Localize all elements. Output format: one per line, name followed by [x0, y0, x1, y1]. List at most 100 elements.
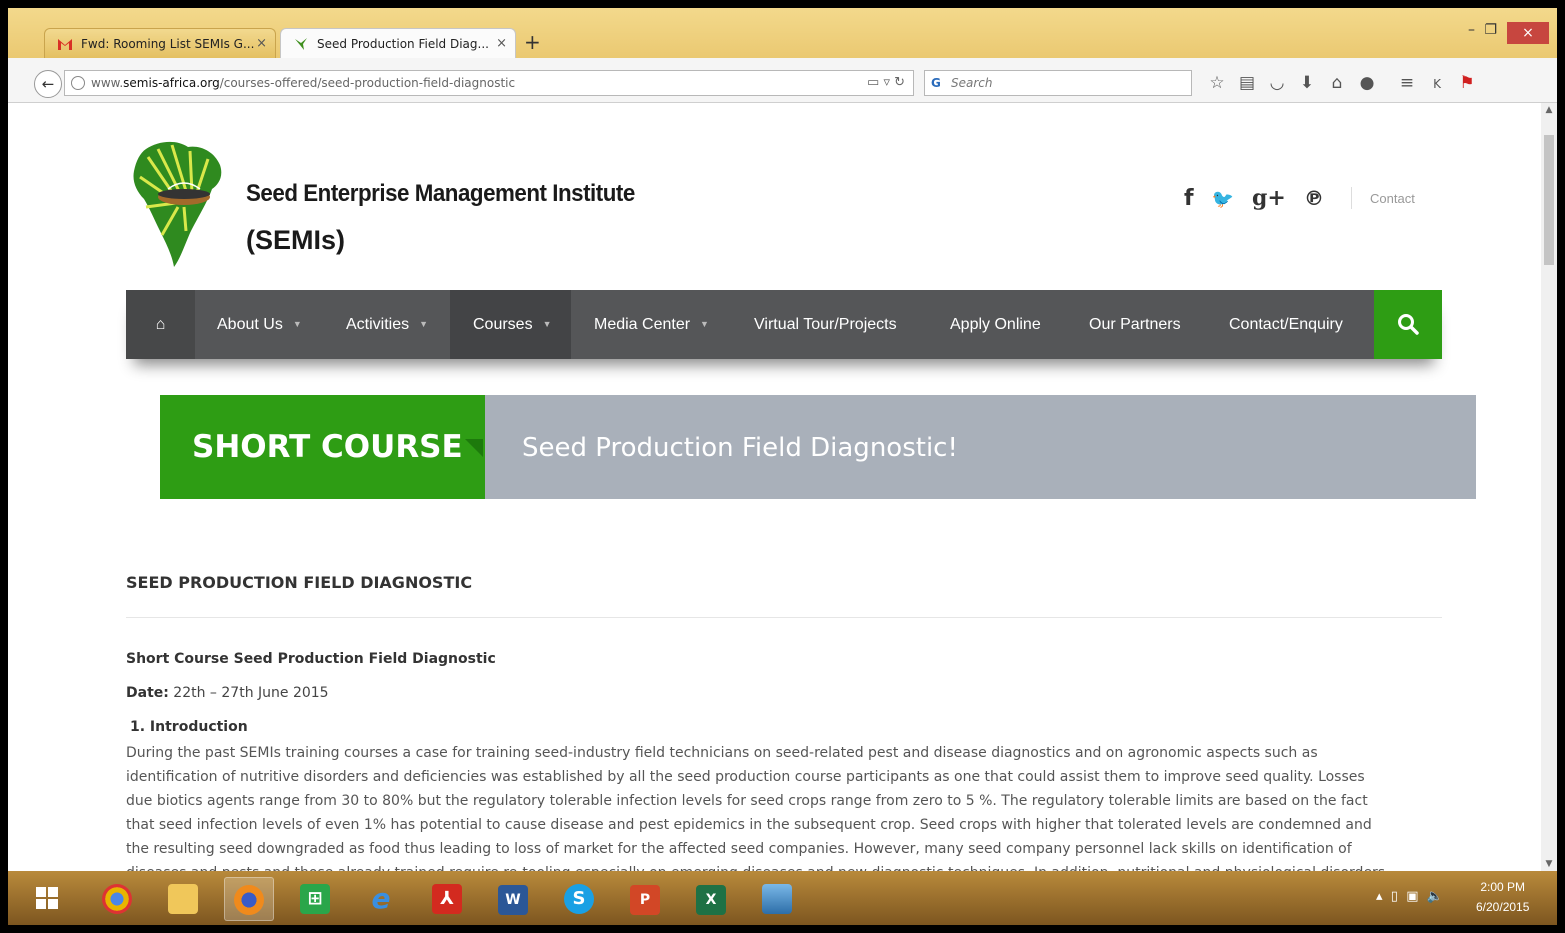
- download-icon[interactable]: ⬇: [1294, 68, 1320, 98]
- tab-label: Fwd: Rooming List SEMIs G...: [81, 37, 255, 51]
- nav-item-label: Courses: [473, 316, 533, 333]
- restore-button[interactable]: ❐: [1484, 22, 1497, 38]
- nav-item-about-us[interactable]: About Us ▼: [217, 290, 302, 359]
- url-domain: semis-africa.org: [123, 76, 220, 90]
- chat-icon[interactable]: ●: [1354, 68, 1380, 98]
- skype-icon[interactable]: S: [554, 877, 604, 921]
- chevron-down-icon: ▼: [542, 319, 552, 330]
- nav-item-label: Media Center: [594, 316, 691, 333]
- page-banner: SHORT COURSE Seed Production Field Diagn…: [160, 395, 1476, 499]
- semis-logo[interactable]: [128, 137, 228, 269]
- nav-item-contact-enquiry[interactable]: Contact/Enquiry: [1229, 290, 1343, 359]
- tab-semis[interactable]: Seed Production Field Diag... ×: [280, 28, 516, 58]
- search-engine-icon: G: [931, 76, 941, 90]
- reading-list-icon[interactable]: ▤: [1234, 68, 1260, 98]
- home-icon[interactable]: ⌂: [1324, 68, 1350, 98]
- toolbar-icons: ☆ ▤ ◡ ⬇ ⌂ ● ≡ K ⚑: [1204, 68, 1484, 98]
- divider: [1351, 187, 1352, 209]
- tab-close-icon[interactable]: ×: [496, 29, 507, 58]
- firefox-icon[interactable]: [224, 877, 274, 921]
- acrobat-icon[interactable]: ⅄: [422, 877, 472, 921]
- nav-item-our-partners[interactable]: Our Partners: [1089, 290, 1181, 359]
- web-page: Seed Enterprise Management Institute (SE…: [8, 103, 1541, 871]
- search-icon[interactable]: [1374, 290, 1442, 359]
- search-input[interactable]: G Search: [924, 70, 1192, 96]
- chevron-down-icon: ▼: [700, 319, 709, 330]
- search-placeholder: Search: [951, 76, 993, 90]
- excel-icon[interactable]: X: [686, 877, 736, 921]
- url-prefix: www.: [91, 76, 124, 90]
- site-subtitle[interactable]: (SEMIs): [246, 225, 345, 256]
- clock-time: 2:00 PM: [1480, 880, 1526, 894]
- minimize-button[interactable]: –: [1468, 22, 1475, 38]
- body-line: During the past SEMIs training courses a…: [126, 745, 1318, 761]
- tab-close-icon[interactable]: ×: [256, 29, 267, 58]
- chrome-icon[interactable]: [92, 877, 142, 921]
- course-date: Date: 22th – 27th June 2015: [126, 685, 329, 701]
- site-title[interactable]: Seed Enterprise Management Institute: [246, 180, 635, 208]
- contact-link[interactable]: Contact: [1370, 191, 1415, 206]
- back-button[interactable]: ←: [34, 70, 62, 98]
- nav-item-virtual-tour[interactable]: Virtual Tour/Projects: [754, 290, 897, 359]
- twitter-icon[interactable]: 🐦: [1212, 189, 1234, 210]
- store-icon[interactable]: ⊞: [290, 877, 340, 921]
- article-heading: SEED PRODUCTION FIELD DIAGNOSTIC: [126, 573, 473, 592]
- intro-heading: 1. Introduction: [130, 719, 248, 735]
- tab-label: Seed Production Field Diag...: [317, 37, 489, 51]
- banner-label-box: SHORT COURSE: [160, 395, 485, 499]
- scrollbar-thumb[interactable]: [1544, 135, 1554, 265]
- windows-taskbar: ⊞ e ⅄ W S P X ▴ ▯ ▣ 🔈 2:00 PM 6/20/2015: [8, 871, 1557, 925]
- pinterest-icon[interactable]: ℗: [1304, 186, 1324, 210]
- page-scrollbar[interactable]: ▲ ▼: [1541, 103, 1557, 871]
- main-nav: ⌂ About Us ▼ Activities ▼ Courses ▼ Media C…: [126, 290, 1442, 359]
- chevron-down-icon: ▼: [292, 319, 302, 330]
- scroll-down-icon[interactable]: ▼: [1541, 859, 1557, 869]
- word-icon[interactable]: W: [488, 877, 538, 921]
- facebook-icon[interactable]: f: [1184, 186, 1194, 211]
- article-body: During the past SEMIs training courses a…: [126, 741, 1446, 871]
- url-bar[interactable]: www.semis-africa.org/courses-offered/see…: [64, 70, 914, 96]
- body-line: identification of nutritive disorders an…: [126, 769, 1365, 785]
- menu-icon[interactable]: ≡: [1394, 68, 1420, 98]
- body-line: that seed infection levels of even 1% ha…: [126, 817, 1372, 833]
- nav-item-courses[interactable]: Courses ▼: [450, 290, 571, 359]
- tab-gmail[interactable]: Fwd: Rooming List SEMIs G... ×: [44, 28, 276, 58]
- date-label: Date:: [126, 685, 169, 701]
- nav-item-media-center[interactable]: Media Center ▼: [594, 290, 709, 359]
- semis-favicon-icon: [295, 38, 307, 50]
- body-line: diseases and pests and those already tra…: [126, 861, 1446, 871]
- body-line: due biotics agents range from 30 to 80% …: [126, 793, 1368, 809]
- window-close-button[interactable]: ×: [1507, 22, 1549, 44]
- scroll-up-icon[interactable]: ▲: [1541, 105, 1557, 115]
- photos-icon[interactable]: [752, 877, 802, 921]
- k-icon[interactable]: K: [1424, 69, 1450, 99]
- internet-explorer-icon[interactable]: e: [356, 877, 406, 921]
- reader-reload-icons[interactable]: ▭ ▿ ↻: [867, 71, 905, 95]
- date-value: 22th – 27th June 2015: [168, 685, 329, 701]
- globe-icon: [71, 76, 85, 90]
- article-subheading: Short Course Seed Production Field Diagn…: [126, 651, 496, 667]
- file-explorer-icon[interactable]: [158, 877, 208, 921]
- page-title: Seed Production Field Diagnostic!: [522, 433, 958, 463]
- flag-icon[interactable]: ⚑: [1454, 68, 1480, 98]
- url-path: /courses-offered/seed-production-field-d…: [219, 76, 516, 90]
- banner-notch: [465, 439, 483, 457]
- clock[interactable]: 2:00 PM 6/20/2015: [1476, 877, 1529, 917]
- system-tray[interactable]: ▴ ▯ ▣ 🔈: [1376, 889, 1443, 904]
- social-links: f 🐦 g+ ℗: [1184, 185, 1342, 211]
- browser-nav-bar: ← www.semis-africa.org/courses-offered/s…: [8, 58, 1557, 103]
- chevron-down-icon: ▼: [419, 319, 429, 330]
- windows-start-icon[interactable]: [36, 887, 58, 909]
- gmail-icon: [58, 39, 72, 50]
- body-line: the resulting seed downgraded as food th…: [126, 841, 1352, 857]
- nav-item-apply-online[interactable]: Apply Online: [950, 290, 1041, 359]
- powerpoint-icon[interactable]: P: [620, 877, 670, 921]
- new-tab-button[interactable]: +: [524, 30, 541, 54]
- nav-item-activities[interactable]: Activities ▼: [346, 290, 428, 359]
- google-plus-icon[interactable]: g+: [1252, 185, 1286, 211]
- nav-item-label: Activities: [346, 316, 410, 333]
- pocket-icon[interactable]: ◡: [1264, 68, 1290, 98]
- nav-home-icon[interactable]: ⌂: [126, 290, 195, 359]
- clock-date: 6/20/2015: [1476, 900, 1530, 914]
- star-icon[interactable]: ☆: [1204, 68, 1230, 98]
